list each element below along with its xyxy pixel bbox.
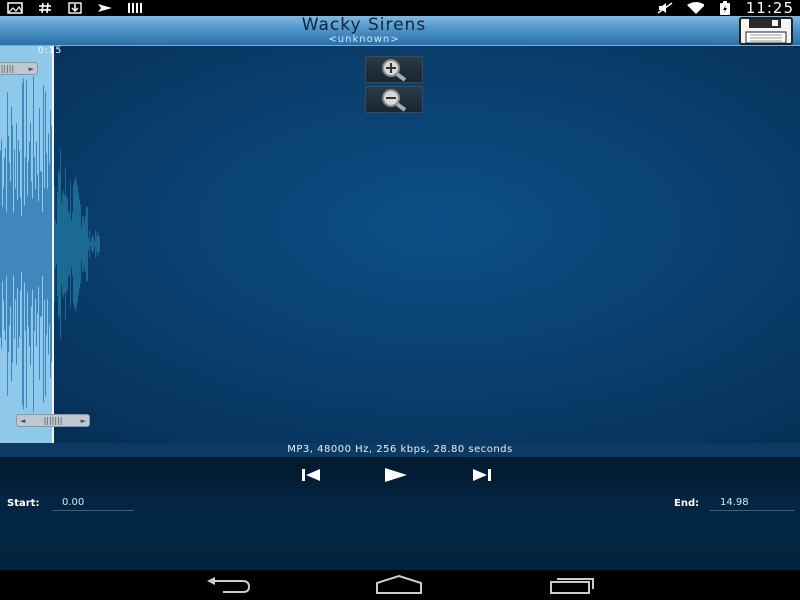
battery-icon xyxy=(716,1,734,15)
handle-grip: ||||||| xyxy=(43,416,63,425)
time-marker: 0:15 xyxy=(38,46,63,56)
handle-grip: |||||| xyxy=(0,64,15,73)
playback-controls xyxy=(0,457,800,495)
play-button[interactable] xyxy=(384,466,408,484)
skip-previous-icon xyxy=(302,469,320,481)
play-icon xyxy=(385,468,407,482)
skip-next-icon xyxy=(473,469,491,481)
clock: 11:25 xyxy=(745,0,794,17)
next-button[interactable] xyxy=(470,466,494,484)
start-marker-handle[interactable]: |||||| ► xyxy=(0,62,38,75)
home-icon xyxy=(376,575,422,594)
title-bar: Wacky Sirens <unknown> xyxy=(0,16,800,46)
right-arrow-icon: ► xyxy=(80,416,86,425)
download-icon xyxy=(66,2,84,14)
zoom-out-icon xyxy=(382,88,407,112)
hash-icon xyxy=(36,2,54,14)
end-label: End: xyxy=(674,498,700,509)
zoom-in-button[interactable] xyxy=(365,56,423,83)
back-button[interactable] xyxy=(203,575,253,595)
song-artist: <unknown> xyxy=(328,34,400,45)
previous-button[interactable] xyxy=(299,466,323,484)
wifi-icon xyxy=(686,2,704,14)
gallery-icon xyxy=(6,2,24,14)
send-icon xyxy=(96,2,114,14)
navigation-bar xyxy=(0,570,800,600)
barcode-icon xyxy=(126,2,144,14)
waveform xyxy=(0,76,100,412)
floppy-disk-icon xyxy=(739,17,793,45)
audio-info: MP3, 48000 Hz, 256 kbps, 28.80 seconds xyxy=(0,443,800,457)
left-arrow-icon: ◄ xyxy=(20,416,26,425)
recents-button[interactable] xyxy=(546,575,596,595)
back-icon xyxy=(207,577,251,593)
end-time-field[interactable]: 14.98 xyxy=(710,497,794,511)
save-button[interactable] xyxy=(738,17,794,45)
right-arrow-icon: ► xyxy=(28,64,34,73)
recents-icon xyxy=(550,578,594,594)
zoom-in-icon xyxy=(382,58,407,82)
start-label: Start: xyxy=(7,498,40,509)
status-right: 11:25 xyxy=(656,0,794,17)
bottom-panel xyxy=(0,513,800,570)
status-left xyxy=(6,2,144,14)
waveform-area[interactable]: 0:15 |||||| ► ◄ ||||||| ► xyxy=(0,46,800,443)
end-marker-handle[interactable]: ◄ ||||||| ► xyxy=(16,414,90,427)
status-bar: 11:25 xyxy=(0,0,800,17)
playback-cursor[interactable] xyxy=(52,46,54,443)
mute-icon xyxy=(656,2,674,14)
zoom-out-button[interactable] xyxy=(365,86,423,113)
start-time-field[interactable]: 0.00 xyxy=(52,497,134,511)
home-button[interactable] xyxy=(374,575,424,595)
range-row: Start: 0.00 End: 14.98 xyxy=(0,495,800,513)
song-title: Wacky Sirens xyxy=(301,15,427,35)
